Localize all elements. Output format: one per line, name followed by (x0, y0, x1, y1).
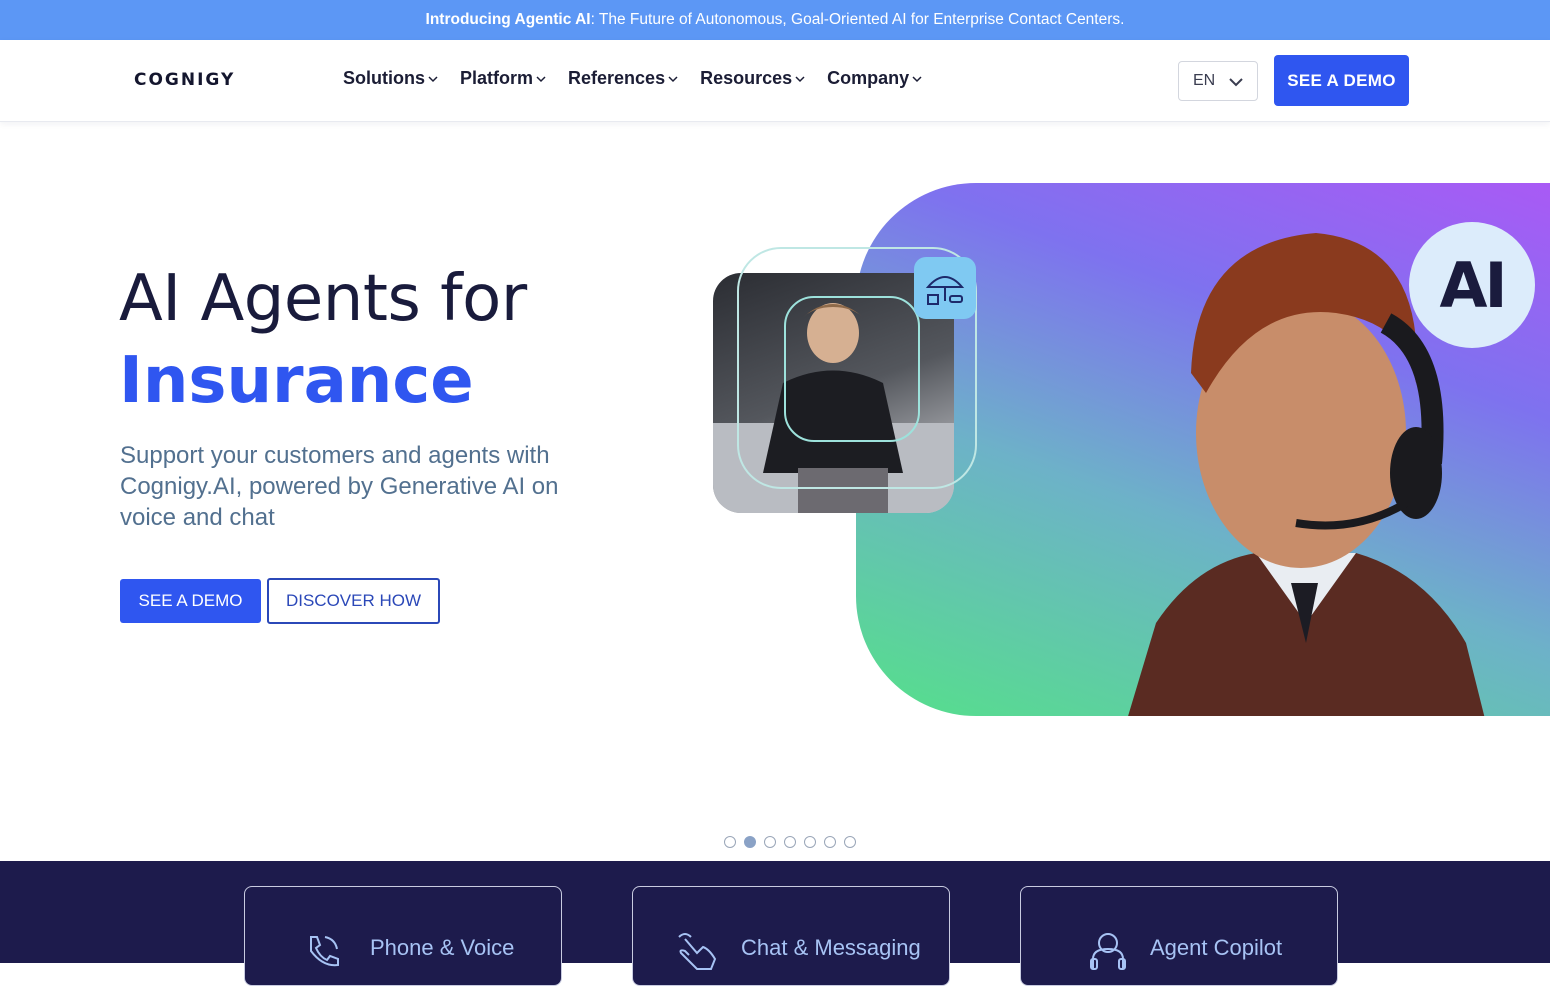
nav-label: Resources (700, 68, 793, 88)
language-value: EN (1193, 72, 1216, 89)
hero-accent: Insurance (119, 344, 474, 418)
nav-item-company[interactable]: Company (827, 68, 922, 89)
ai-badge: AI (1409, 222, 1535, 348)
announcement-bold: Introducing Agentic AI (425, 11, 591, 28)
announcement-text: : The Future of Autonomous, Goal-Oriente… (590, 11, 1125, 28)
card-phone-voice[interactable]: Phone & Voice (244, 886, 562, 986)
carousel-dot[interactable] (724, 836, 736, 848)
nav-label: Platform (460, 68, 534, 88)
chevron-down-icon (668, 75, 678, 82)
discover-how-button[interactable]: DISCOVER HOW (267, 578, 440, 624)
nav-label: References (568, 68, 666, 88)
chevron-down-icon (536, 75, 546, 82)
chevron-down-icon (795, 75, 805, 82)
nav-item-references[interactable]: References (568, 68, 678, 89)
nav-item-solutions[interactable]: Solutions (343, 68, 438, 89)
carousel-dot[interactable] (764, 836, 776, 848)
card-chat-messaging[interactable]: Chat & Messaging (632, 886, 950, 986)
chevron-down-icon (912, 75, 922, 82)
card-label: Phone & Voice (370, 935, 515, 960)
card-agent-copilot[interactable]: Agent Copilot (1020, 886, 1338, 986)
hero-subtitle: Support your customers and agents with C… (120, 442, 559, 531)
carousel-dot[interactable] (844, 836, 856, 848)
card-label: Agent Copilot (1150, 935, 1283, 960)
carousel-dot[interactable] (824, 836, 836, 848)
language-select[interactable]: EN (1178, 61, 1258, 101)
announcement-bar[interactable]: Introducing Agentic AI: The Future of Au… (0, 0, 1550, 40)
carousel-dot[interactable] (784, 836, 796, 848)
cognigy-logo[interactable]: COGNIGY (134, 70, 235, 90)
hero-title: AI Agents for (119, 262, 527, 336)
chevron-down-icon (1229, 78, 1243, 87)
carousel-dot[interactable] (804, 836, 816, 848)
nav-item-platform[interactable]: Platform (460, 68, 546, 89)
see-demo-button[interactable]: SEE A DEMO (120, 579, 261, 623)
chevron-down-icon (428, 75, 438, 82)
main-nav: Solutions Platform References Resources … (343, 68, 944, 89)
nav-label: Solutions (343, 68, 425, 88)
ai-badge-text: AI (1439, 248, 1507, 322)
header-demo-button[interactable]: SEE A DEMO (1274, 55, 1409, 106)
nav-label: Company (827, 68, 910, 88)
nav-item-resources[interactable]: Resources (700, 68, 805, 89)
headset-ai-icon (1090, 933, 1126, 970)
phone-icon (310, 936, 339, 967)
carousel-dot-active[interactable] (744, 836, 756, 848)
carousel-dots (724, 836, 856, 848)
umbrella-icon (914, 257, 976, 319)
site-header: COGNIGY Solutions Platform References Re… (0, 40, 1550, 122)
card-label: Chat & Messaging (741, 935, 921, 960)
tap-hand-icon (678, 933, 717, 970)
